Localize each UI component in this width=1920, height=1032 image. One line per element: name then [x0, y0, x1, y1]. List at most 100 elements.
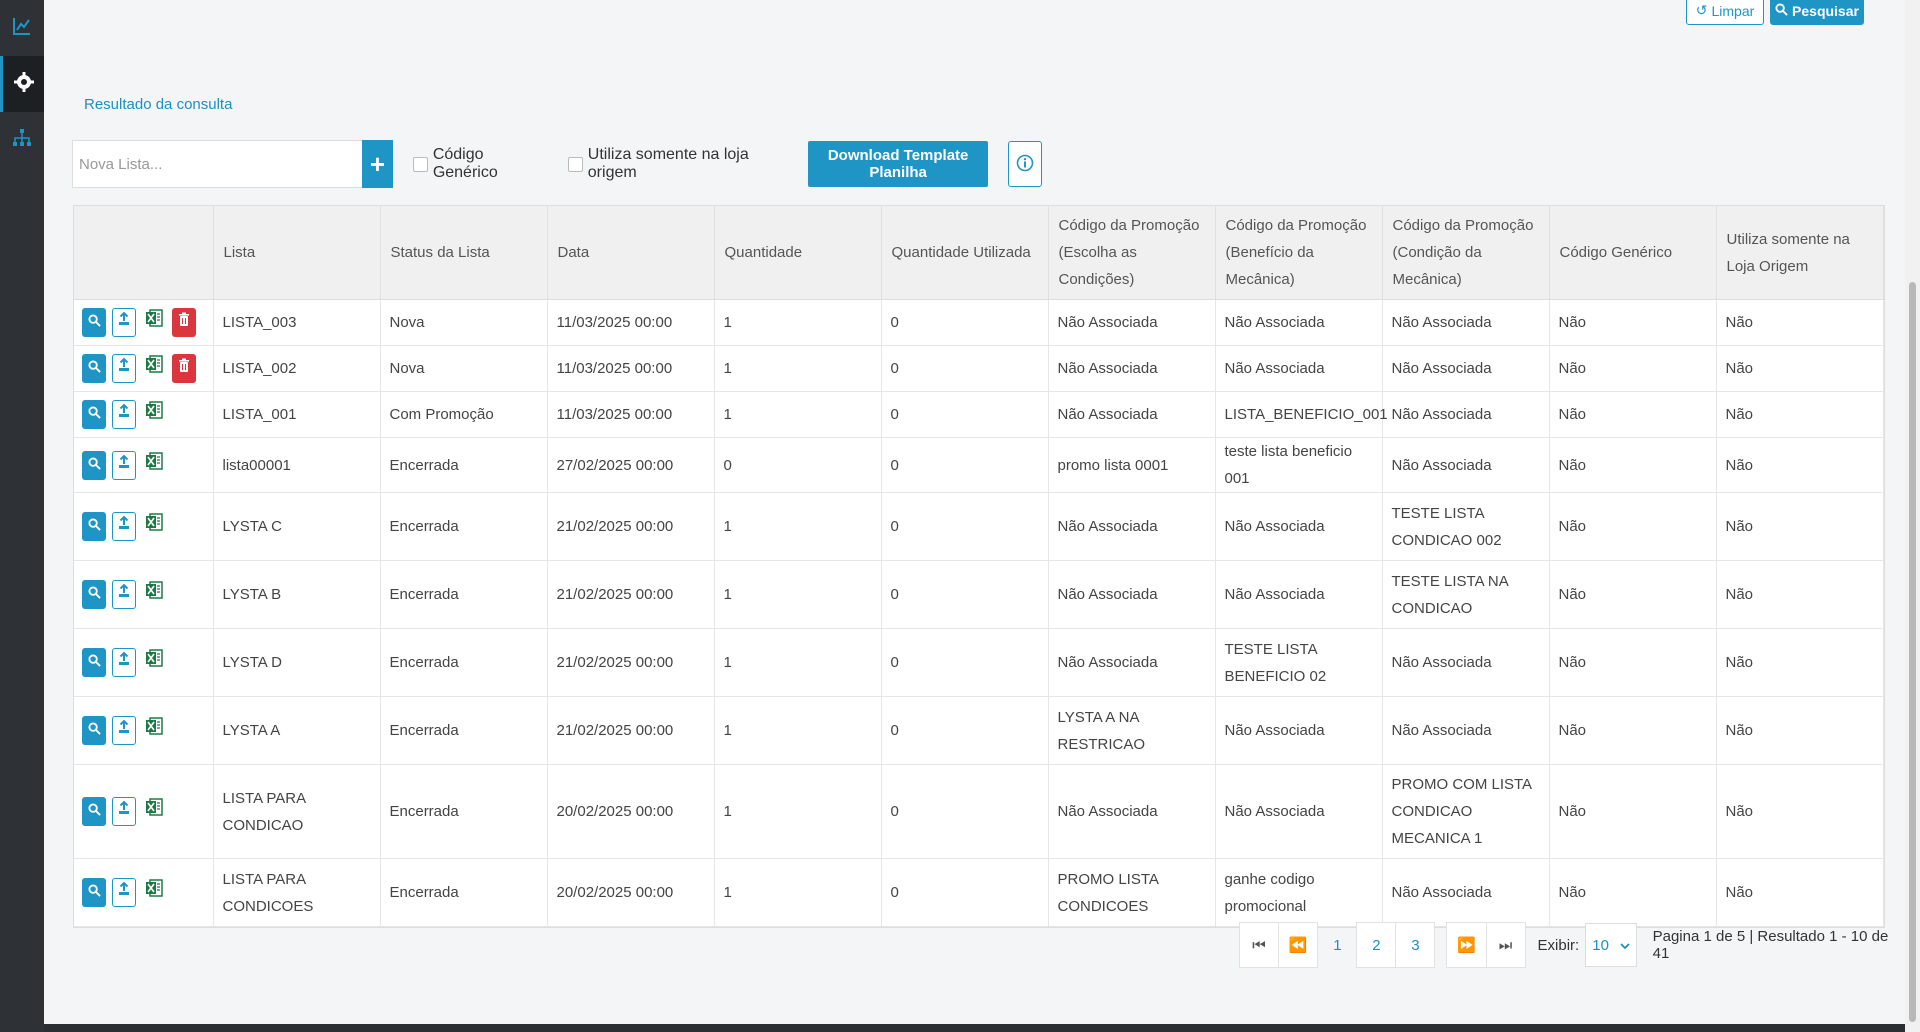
page-2-button[interactable]: 2	[1356, 922, 1397, 968]
column-header: Código Genérico	[1549, 206, 1717, 300]
export-excel-button[interactable]	[142, 400, 166, 429]
cell-promo-beneficio: Não Associada	[1215, 492, 1383, 561]
cell-promo-beneficio: Não Associada	[1215, 299, 1383, 346]
origin-store-checkbox[interactable]: Utiliza somente na loja origem	[568, 146, 794, 182]
view-button[interactable]	[82, 308, 106, 337]
upload-button[interactable]	[112, 716, 136, 745]
last-page-button[interactable]: ⏭	[1485, 922, 1526, 968]
upload-button[interactable]	[112, 450, 136, 480]
view-button[interactable]	[82, 580, 106, 609]
first-page-button[interactable]: ⏮	[1239, 922, 1279, 968]
delete-button[interactable]	[172, 308, 196, 337]
export-excel-button[interactable]	[142, 451, 166, 480]
view-button[interactable]	[82, 797, 106, 826]
search-button[interactable]: Pesquisar	[1770, 0, 1864, 25]
scrollbar-thumb[interactable]	[1909, 282, 1916, 1022]
cell-utilizada: 0	[881, 299, 1049, 346]
row-actions	[74, 391, 214, 438]
cell-promo-condicao: PROMO COM LISTA CONDICAO MECANICA 1	[1382, 764, 1550, 859]
generic-code-checkbox[interactable]: Código Genérico	[413, 146, 548, 182]
clear-button[interactable]: ↺ Limpar	[1686, 0, 1764, 25]
add-list-button[interactable]: +	[361, 140, 394, 188]
sidebar-item-hierarchy[interactable]	[0, 112, 44, 168]
cell-origem: Não	[1716, 437, 1884, 493]
view-button[interactable]	[82, 648, 106, 677]
cell-generico: Não	[1549, 764, 1717, 859]
cell-quantidade: 1	[714, 492, 882, 561]
cell-data: 11/03/2025 00:00	[547, 345, 715, 392]
cell-status: Encerrada	[380, 560, 548, 629]
cell-utilizada: 0	[881, 437, 1049, 493]
page-3-button[interactable]: 3	[1395, 922, 1436, 968]
upload-button[interactable]	[112, 648, 136, 677]
sidebar-item-settings[interactable]	[0, 56, 44, 112]
export-excel-button[interactable]	[142, 308, 166, 337]
cell-status: Nova	[380, 345, 548, 392]
table-row: LYSTA D Encerrada 21/02/2025 00:00 1 0 Não As…	[74, 628, 1884, 697]
upload-button[interactable]	[112, 797, 136, 826]
view-button[interactable]	[82, 450, 106, 480]
vertical-scrollbar[interactable]	[1905, 0, 1920, 1032]
export-excel-button[interactable]	[142, 797, 166, 826]
cell-origem: Não	[1716, 628, 1884, 697]
cell-lista: LISTA_002	[213, 345, 381, 392]
cell-quantidade: 1	[714, 764, 882, 859]
view-button[interactable]	[82, 878, 106, 907]
per-page-label: Exibir:	[1537, 936, 1580, 954]
excel-icon	[145, 580, 163, 609]
search-icon	[87, 879, 101, 906]
search-icon	[87, 581, 101, 608]
export-excel-button[interactable]	[142, 648, 166, 677]
export-excel-button[interactable]	[142, 878, 166, 907]
export-excel-button[interactable]	[142, 716, 166, 745]
upload-button[interactable]	[112, 400, 136, 429]
search-icon	[87, 649, 101, 676]
info-icon	[1016, 154, 1034, 175]
cell-generico: Não	[1549, 696, 1717, 765]
per-page-select[interactable]: 10	[1585, 923, 1637, 967]
upload-button[interactable]	[112, 354, 136, 383]
upload-button[interactable]	[112, 580, 136, 609]
checkbox-box[interactable]	[568, 156, 583, 172]
export-excel-button[interactable]	[142, 512, 166, 541]
download-template-button[interactable]: Download Template Planilha	[808, 141, 989, 187]
cell-origem: Não	[1716, 391, 1884, 438]
generic-code-label: Código Genérico	[432, 146, 498, 181]
cell-quantidade: 0	[714, 437, 882, 493]
page-1-button[interactable]: 1	[1317, 922, 1357, 968]
row-actions	[74, 345, 214, 392]
export-excel-button[interactable]	[142, 354, 166, 383]
per-page-value: 10	[1592, 936, 1609, 954]
table-row: LISTA_003 Nova 11/03/2025 00:00 1 0 Não Assoc…	[74, 299, 1884, 346]
new-list-input[interactable]	[72, 140, 362, 188]
trash-icon	[178, 309, 190, 336]
row-actions	[74, 628, 214, 697]
view-button[interactable]	[82, 400, 106, 429]
next-page-button[interactable]: ⏩	[1446, 922, 1487, 968]
upload-button[interactable]	[112, 308, 136, 337]
cell-utilizada: 0	[881, 628, 1049, 697]
view-button[interactable]	[82, 512, 106, 541]
upload-button[interactable]	[112, 878, 136, 907]
row-actions	[74, 299, 214, 346]
upload-button[interactable]	[112, 512, 136, 541]
prev-page-button[interactable]: ⏪	[1278, 922, 1319, 968]
info-button[interactable]	[1008, 141, 1042, 187]
cell-generico: Não	[1549, 492, 1717, 561]
list-toolbar: + Código Genérico Utiliza somente na loj…	[72, 140, 1042, 188]
sidebar-item-dashboard[interactable]	[0, 0, 44, 56]
cell-promo-escolha: Não Associada	[1048, 492, 1216, 561]
checkbox-box[interactable]	[413, 156, 428, 172]
cell-promo-escolha: promo lista 0001	[1048, 437, 1216, 493]
page-info: Pagina 1 de 5 | Resultado 1 - 10 de 41	[1652, 928, 1889, 962]
cell-lista: LISTA_001	[213, 391, 381, 438]
view-button[interactable]	[82, 354, 106, 383]
cell-origem: Não	[1716, 858, 1884, 927]
view-button[interactable]	[82, 716, 106, 745]
excel-icon	[145, 451, 163, 480]
upload-icon	[117, 879, 131, 906]
column-header: Quantidade	[714, 206, 882, 300]
delete-button[interactable]	[172, 354, 196, 383]
export-excel-button[interactable]	[142, 580, 166, 609]
search-icon	[87, 309, 101, 336]
